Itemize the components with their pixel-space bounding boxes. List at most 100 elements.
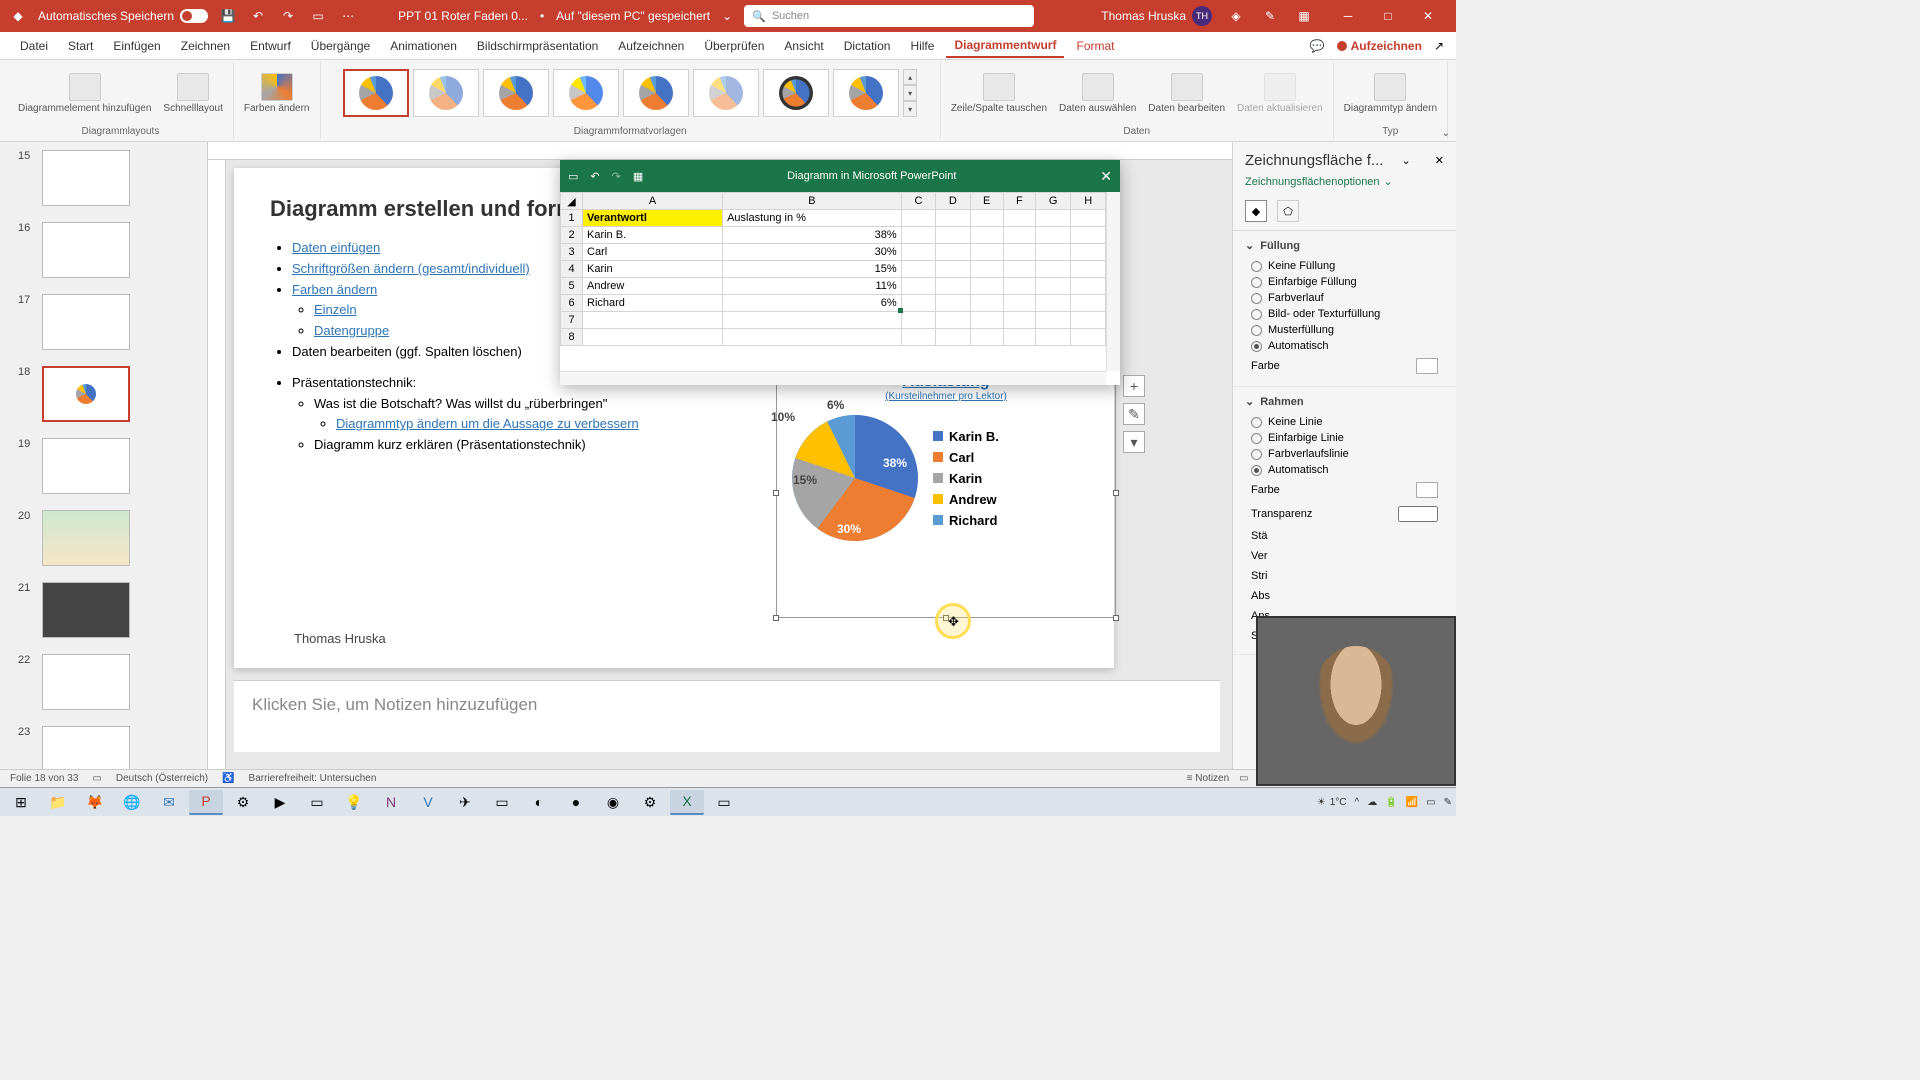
gallery-scroll[interactable]: ▴▾▾	[903, 69, 917, 117]
tab-start[interactable]: Start	[60, 35, 101, 57]
excel-save-icon[interactable]: ▭	[568, 170, 578, 183]
chart-style-8[interactable]	[833, 69, 899, 117]
chart-style-4[interactable]	[553, 69, 619, 117]
record-button[interactable]: Aufzeichnen	[1337, 39, 1422, 53]
transparency-input[interactable]	[1398, 506, 1438, 522]
radio-gradient-line[interactable]: Farbverlaufslinie	[1245, 446, 1444, 462]
chart-legend[interactable]: Karin B. Carl Karin Andrew Richard	[933, 429, 999, 528]
autosave-toggle[interactable]: Automatisches Speichern	[38, 9, 208, 23]
section-fill[interactable]: ⌄Füllung	[1245, 239, 1444, 252]
maximize-button[interactable]: □	[1368, 0, 1408, 32]
tray-icon[interactable]: ✎	[1444, 797, 1452, 808]
chevron-down-icon[interactable]: ⌄	[722, 9, 732, 23]
change-chart-type-button[interactable]: Diagrammtyp ändern	[1340, 71, 1441, 116]
effects-icon[interactable]: ⬠	[1277, 200, 1299, 222]
close-icon[interactable]: ✕	[1435, 154, 1444, 167]
saved-location[interactable]: Auf "diesem PC" gespeichert	[556, 9, 710, 23]
chart-styles-icon[interactable]: ✎	[1123, 403, 1145, 425]
weather-widget[interactable]: ☀ 1°C	[1317, 797, 1347, 808]
outlook-icon[interactable]: ✉	[152, 790, 186, 815]
firefox-icon[interactable]: 🦊	[78, 790, 112, 815]
search-input[interactable]: 🔍 Suchen	[744, 5, 1034, 27]
tab-entwurf[interactable]: Entwurf	[242, 35, 299, 57]
language-label[interactable]: Deutsch (Österreich)	[116, 773, 208, 784]
tab-aufzeichnen[interactable]: Aufzeichnen	[610, 35, 692, 57]
radio-solid-fill[interactable]: Einfarbige Füllung	[1245, 274, 1444, 290]
vlc-icon[interactable]: ▶	[263, 790, 297, 815]
app-icon[interactable]: 💡	[337, 790, 371, 815]
excel-data-popup[interactable]: ▭ ↶ ↷ ▦ Diagramm in Microsoft PowerPoint…	[560, 160, 1120, 385]
tab-einfuegen[interactable]: Einfügen	[105, 35, 168, 57]
minimize-button[interactable]: ─	[1328, 0, 1368, 32]
tab-format[interactable]: Format	[1068, 35, 1122, 57]
powerpoint-icon[interactable]: P	[189, 790, 223, 815]
chart-style-6[interactable]	[693, 69, 759, 117]
normal-view-icon[interactable]: ▭	[1239, 773, 1248, 784]
excel-icon[interactable]: X	[670, 790, 704, 815]
user-badge[interactable]: Thomas Hruska TH	[1101, 6, 1212, 26]
tray-icon[interactable]: 📶	[1406, 797, 1418, 808]
notes-placeholder[interactable]: Klicken Sie, um Notizen hinzuzufügen	[234, 680, 1220, 752]
app-icon[interactable]: ◐	[522, 790, 556, 815]
slide-counter[interactable]: Folie 18 von 33	[10, 773, 78, 784]
pie-chart[interactable]: 38% 30% 15% 10% 6%	[785, 408, 925, 548]
tab-ansicht[interactable]: Ansicht	[776, 35, 831, 57]
comments-icon[interactable]: 💬	[1310, 39, 1325, 53]
more-icon[interactable]: ⋯	[338, 6, 358, 26]
excel-close-icon[interactable]: ✕	[1100, 168, 1112, 185]
excel-scrollbar-v[interactable]	[1106, 192, 1120, 371]
calendar-icon[interactable]: ▦	[1294, 6, 1314, 26]
chevron-down-icon[interactable]: ⌄	[1401, 154, 1410, 167]
radio-picture-fill[interactable]: Bild- oder Texturfüllung	[1245, 306, 1444, 322]
redo-icon[interactable]: ↷	[278, 6, 298, 26]
slideshow-icon[interactable]: ▭	[308, 6, 328, 26]
tab-hilfe[interactable]: Hilfe	[902, 35, 942, 57]
accessibility-icon[interactable]: ♿	[222, 773, 234, 784]
share-icon[interactable]: ↗	[1434, 39, 1444, 53]
excel-grid-icon[interactable]: ▦	[633, 170, 643, 183]
app-icon[interactable]: ●	[559, 790, 593, 815]
tab-datei[interactable]: Datei	[12, 35, 56, 57]
collapse-ribbon-icon[interactable]: ⌄	[1442, 128, 1450, 139]
settings-icon[interactable]: ⚙	[633, 790, 667, 815]
onenote-icon[interactable]: N	[374, 790, 408, 815]
slide-thumb-16[interactable]	[42, 222, 130, 278]
slide-thumb-21[interactable]	[42, 582, 130, 638]
app-icon[interactable]: ▭	[485, 790, 519, 815]
chart-style-5[interactable]	[623, 69, 689, 117]
chart-add-element-icon[interactable]: +	[1123, 375, 1145, 397]
chrome-icon[interactable]: 🌐	[115, 790, 149, 815]
diamond-icon[interactable]: ◈	[1226, 6, 1246, 26]
excel-undo-icon[interactable]: ↶	[590, 170, 599, 183]
tab-bildschirmpraesentation[interactable]: Bildschirmpräsentation	[469, 35, 606, 57]
app-icon[interactable]: ⚙	[226, 790, 260, 815]
pen-icon[interactable]: ✎	[1260, 6, 1280, 26]
chart-filter-icon[interactable]: ▾	[1123, 431, 1145, 453]
accessibility-label[interactable]: Barrierefreiheit: Untersuchen	[249, 773, 377, 784]
fill-line-icon[interactable]: ◆	[1245, 200, 1267, 222]
app-icon[interactable]: V	[411, 790, 445, 815]
notes-button[interactable]: ≡ Notizen	[1187, 773, 1230, 784]
radio-auto-line[interactable]: Automatisch	[1245, 462, 1444, 478]
save-icon[interactable]: 💾	[218, 6, 238, 26]
tray-icon[interactable]: ▭	[1426, 797, 1435, 808]
app-icon[interactable]: ▭	[707, 790, 741, 815]
tab-diagrammentwurf[interactable]: Diagrammentwurf	[946, 34, 1064, 58]
start-button[interactable]: ⊞	[4, 790, 38, 815]
chart-style-1[interactable]	[343, 69, 409, 117]
section-border[interactable]: ⌄Rahmen	[1245, 395, 1444, 408]
tab-uebergaenge[interactable]: Übergänge	[303, 35, 378, 57]
file-explorer-icon[interactable]: 📁	[41, 790, 75, 815]
format-pane-sub[interactable]: Zeichnungsflächenoptionen⌄	[1233, 175, 1456, 196]
tray-icon[interactable]: 🔋	[1385, 797, 1397, 808]
toggle-switch[interactable]	[180, 9, 208, 23]
radio-gradient-fill[interactable]: Farbverlauf	[1245, 290, 1444, 306]
slide-thumb-17[interactable]	[42, 294, 130, 350]
slide-thumb-15[interactable]	[42, 150, 130, 206]
close-button[interactable]: ✕	[1408, 0, 1448, 32]
excel-scrollbar-h[interactable]	[560, 371, 1106, 385]
line-color-picker[interactable]	[1416, 482, 1438, 498]
tab-ueberpruefen[interactable]: Überprüfen	[696, 35, 772, 57]
chart-style-3[interactable]	[483, 69, 549, 117]
tab-animationen[interactable]: Animationen	[382, 35, 465, 57]
